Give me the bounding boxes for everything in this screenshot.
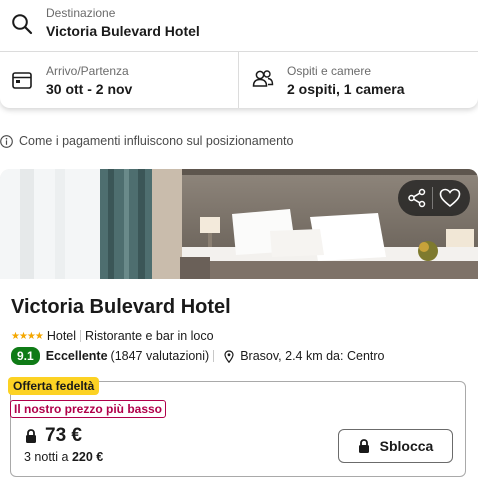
total-price-line: 3 notti a 220 € (24, 450, 103, 464)
actions-divider (432, 187, 434, 209)
calendar-icon (12, 72, 32, 89)
info-icon (0, 134, 13, 148)
hotel-location: Brasov, 2.4 km da: Centro (240, 349, 385, 363)
share-icon[interactable] (407, 188, 427, 208)
hotel-amenity: Ristorante e bar in loco (85, 329, 214, 343)
destination-label: Destinazione (46, 6, 116, 20)
lock-icon (26, 429, 36, 443)
hotel-meta: ★★★★ Hotel Ristorante e bar in loco (11, 329, 214, 343)
review-count: (1847 valutazioni) (110, 349, 210, 363)
people-icon (252, 70, 274, 87)
lock-icon (358, 439, 369, 453)
best-price-badge: Il nostro prezzo più basso (10, 400, 167, 418)
guests-field[interactable]: Ospiti e camere 2 ospiti, 1 camera (239, 52, 478, 108)
search-icon (12, 14, 33, 35)
unlock-label: Sblocca (379, 438, 434, 454)
hotel-name[interactable]: Victoria Bulevard Hotel (11, 296, 231, 319)
guests-label: Ospiti e camere (287, 64, 372, 78)
rating-line: 9.1 Eccellente (1847 valutazioni) Brasov… (11, 347, 384, 365)
dates-field[interactable]: Arrivo/Partenza 30 ott - 2 nov (0, 52, 239, 108)
search-panel: Destinazione Victoria Bulevard Hotel Arr… (0, 0, 478, 108)
dates-label: Arrivo/Partenza (46, 64, 129, 78)
price-row: 73 € (25, 424, 82, 448)
location-pin-icon (224, 349, 234, 363)
destination-field[interactable]: Destinazione Victoria Bulevard Hotel (0, 0, 478, 52)
dates-value: 30 ott - 2 nov (46, 81, 133, 97)
rating-divider (213, 350, 215, 362)
nights-text: 3 notti a (24, 450, 69, 464)
ranking-info-link[interactable]: Come i pagamenti influiscono sul posizio… (0, 133, 293, 149)
star-rating-icon: ★★★★ (11, 330, 44, 342)
heart-icon[interactable] (439, 188, 461, 208)
nightly-price: 73 € (45, 425, 82, 446)
photo-actions (398, 180, 470, 216)
score-badge: 9.1 (11, 347, 40, 365)
loyalty-badge: Offerta fedeltà (8, 377, 100, 395)
unlock-button[interactable]: Sblocca (338, 429, 453, 463)
guests-value: 2 ospiti, 1 camera (287, 81, 405, 97)
meta-divider (80, 330, 82, 342)
rating-word: Eccellente (45, 349, 108, 363)
destination-value: Victoria Bulevard Hotel (46, 23, 200, 39)
ranking-info-text: Come i pagamenti influiscono sul posizio… (19, 134, 294, 148)
total-price: 220 € (71, 450, 104, 464)
hotel-type: Hotel (46, 329, 77, 343)
